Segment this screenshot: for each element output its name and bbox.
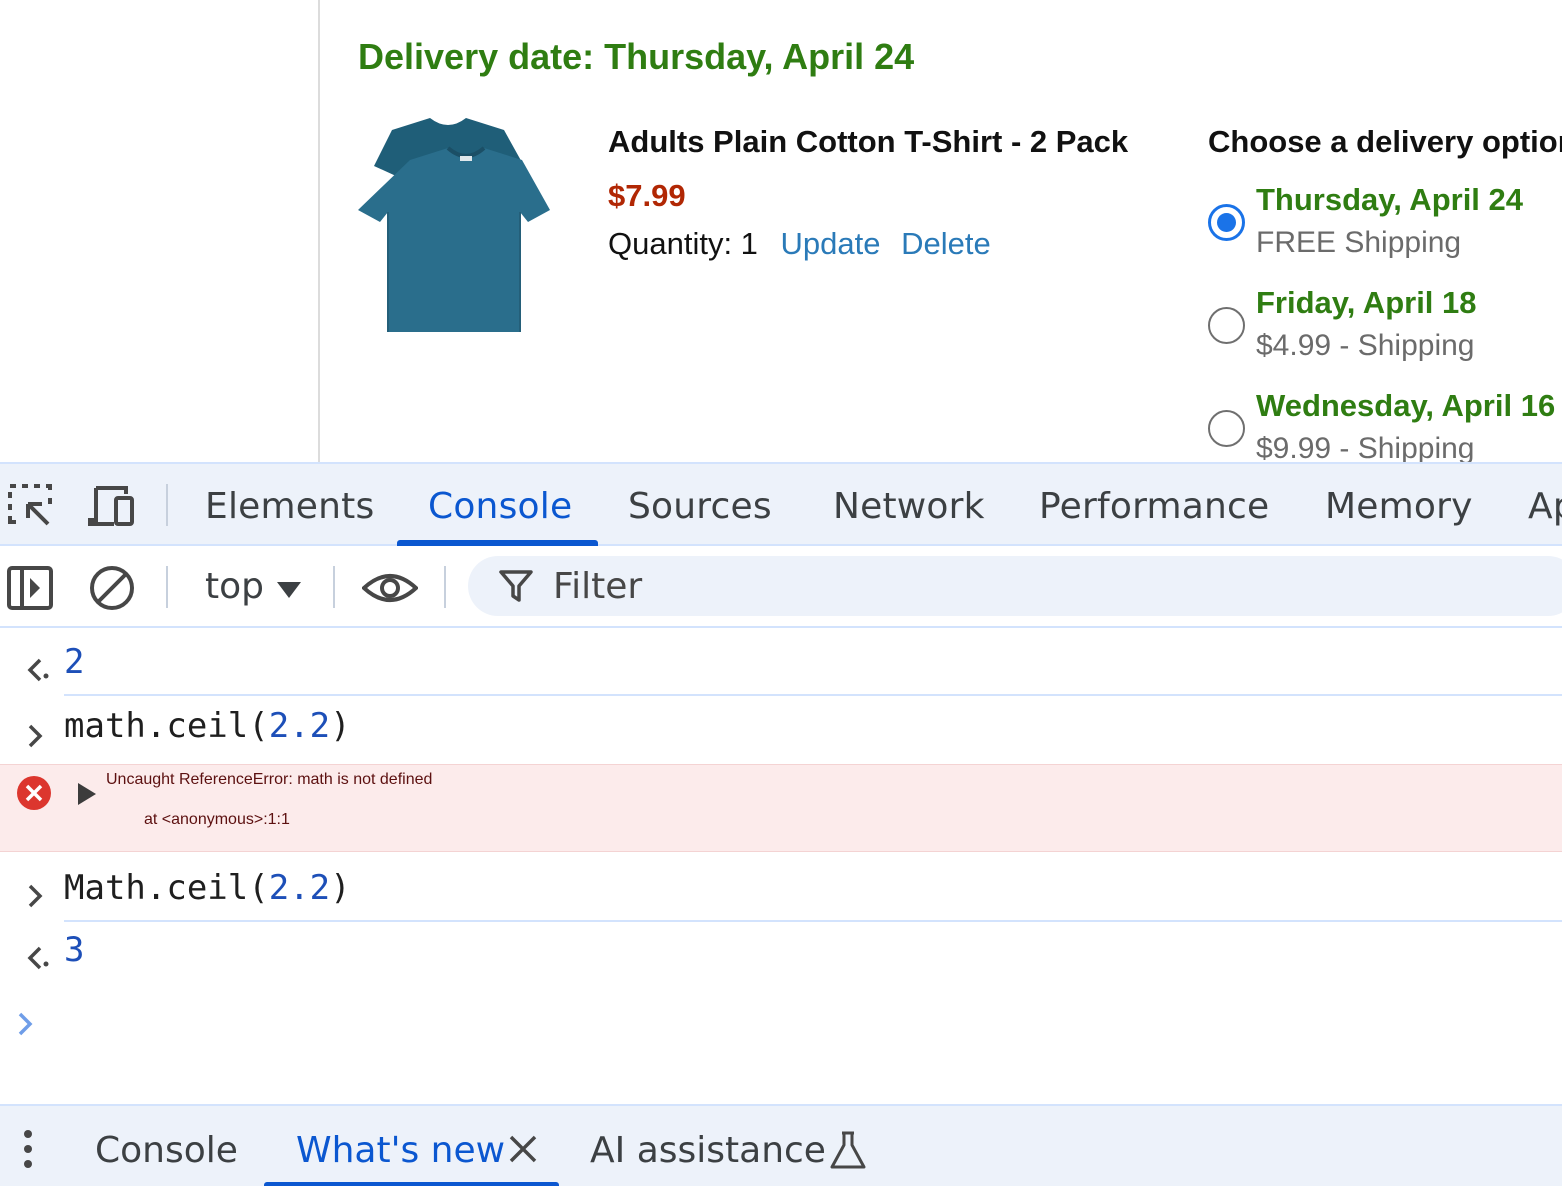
product-price: $7.99	[608, 178, 686, 213]
delivery-option-price: $4.99 - Shipping	[1256, 329, 1475, 362]
expand-triangle-icon[interactable]	[76, 781, 98, 807]
flask-icon	[830, 1131, 866, 1169]
active-drawer-tab-indicator	[264, 1182, 559, 1186]
left-column	[0, 0, 320, 462]
console-separator	[64, 626, 1562, 628]
toolbar-divider	[444, 566, 446, 608]
code-text: )	[330, 868, 351, 908]
console-input-row[interactable]: math.ceil(2.2)	[0, 706, 1562, 756]
code-text: math.ceil(	[64, 706, 269, 746]
result-arrow-icon	[27, 946, 49, 970]
radio-button[interactable]	[1208, 307, 1245, 344]
error-icon	[17, 776, 51, 810]
tshirt-product-image[interactable]	[352, 118, 562, 338]
result-value: 3	[64, 930, 85, 970]
code-text: Math.ceil(	[64, 868, 269, 908]
devtools-panel: Elements Console Sources Network Perform…	[0, 462, 1562, 1186]
code-number: 2.2	[268, 868, 331, 908]
delivery-option-price: $9.99 - Shipping	[1256, 432, 1475, 462]
delivery-options-title: Choose a delivery option	[1208, 124, 1562, 159]
tab-performance[interactable]: Performance	[1039, 486, 1269, 527]
delete-link[interactable]: Delete	[901, 226, 991, 261]
quantity-row: Quantity: 1 Update Delete	[608, 226, 1003, 262]
input-code: math.ceil(2.2)	[64, 706, 351, 746]
tab-elements[interactable]: Elements	[205, 486, 374, 527]
console-separator	[64, 920, 1562, 922]
product-name: Adults Plain Cotton T-Shirt - 2 Pack	[608, 124, 1129, 159]
tab-application[interactable]: Ap	[1528, 486, 1562, 527]
drawer-tab-ai-assistance[interactable]: AI assistance	[590, 1130, 826, 1171]
device-toolbar-icon[interactable]	[88, 482, 136, 530]
delivery-option-date: Thursday, April 24	[1256, 182, 1524, 217]
clear-console-icon[interactable]	[88, 564, 136, 612]
console-input-row[interactable]: Math.ceil(2.2)	[0, 868, 1562, 918]
toolbar-divider	[333, 566, 335, 608]
tab-memory[interactable]: Memory	[1325, 486, 1473, 527]
context-selector[interactable]: top	[205, 566, 264, 607]
error-message: Uncaught ReferenceError: math is not def…	[106, 771, 433, 788]
filter-placeholder: Filter	[553, 566, 643, 607]
tab-sources[interactable]: Sources	[628, 486, 772, 527]
chevron-right-icon	[28, 884, 43, 908]
tab-network[interactable]: Network	[833, 486, 985, 527]
eye-icon[interactable]	[362, 564, 418, 612]
delivery-option-price: FREE Shipping	[1256, 226, 1462, 259]
drawer-tab-console[interactable]: Console	[95, 1130, 238, 1171]
console-prompt[interactable]	[0, 998, 1562, 1048]
delivery-option-date: Wednesday, April 16	[1256, 388, 1556, 423]
console-result-row: 2	[0, 642, 1562, 692]
console-separator	[64, 694, 1562, 696]
console-output: 2 math.ceil(2.2) Uncaught ReferenceError…	[0, 626, 1562, 1104]
prompt-chevron-icon	[18, 1012, 33, 1036]
radio-button-selected[interactable]	[1208, 204, 1245, 241]
webpage-viewport: Delivery date: Thursday, April 24 Adults…	[0, 0, 1562, 462]
error-stack: at <anonymous>:1:1	[144, 811, 290, 828]
close-icon[interactable]	[506, 1132, 540, 1166]
input-code: Math.ceil(2.2)	[64, 868, 351, 908]
delivery-option-date: Friday, April 18	[1256, 285, 1477, 320]
console-toolbar: top Filter	[0, 546, 1562, 628]
update-link[interactable]: Update	[781, 226, 881, 261]
delivery-date-heading: Delivery date: Thursday, April 24	[358, 36, 915, 77]
inspect-element-icon[interactable]	[6, 482, 54, 530]
result-arrow-icon	[27, 658, 49, 682]
console-error-row[interactable]: Uncaught ReferenceError: math is not def…	[0, 764, 1562, 852]
drawer-tab-bar: Console What's new AI assistance	[0, 1104, 1562, 1186]
tab-bar-divider	[166, 484, 168, 526]
result-value: 2	[64, 642, 85, 682]
sidebar-toggle-icon[interactable]	[6, 564, 54, 612]
quantity-label: Quantity: 1	[608, 226, 758, 261]
code-text: )	[330, 706, 351, 746]
drawer-tab-whats-new[interactable]: What's new	[296, 1130, 505, 1171]
filter-icon	[499, 570, 533, 602]
radio-button[interactable]	[1208, 410, 1245, 447]
console-result-row: 3	[0, 930, 1562, 980]
toolbar-divider	[166, 566, 168, 608]
more-options-icon[interactable]	[16, 1128, 40, 1170]
chevron-down-icon[interactable]	[277, 582, 301, 598]
devtools-tab-bar: Elements Console Sources Network Perform…	[0, 464, 1562, 546]
code-number: 2.2	[268, 706, 331, 746]
tab-console[interactable]: Console	[428, 486, 572, 527]
chevron-right-icon	[28, 724, 43, 748]
